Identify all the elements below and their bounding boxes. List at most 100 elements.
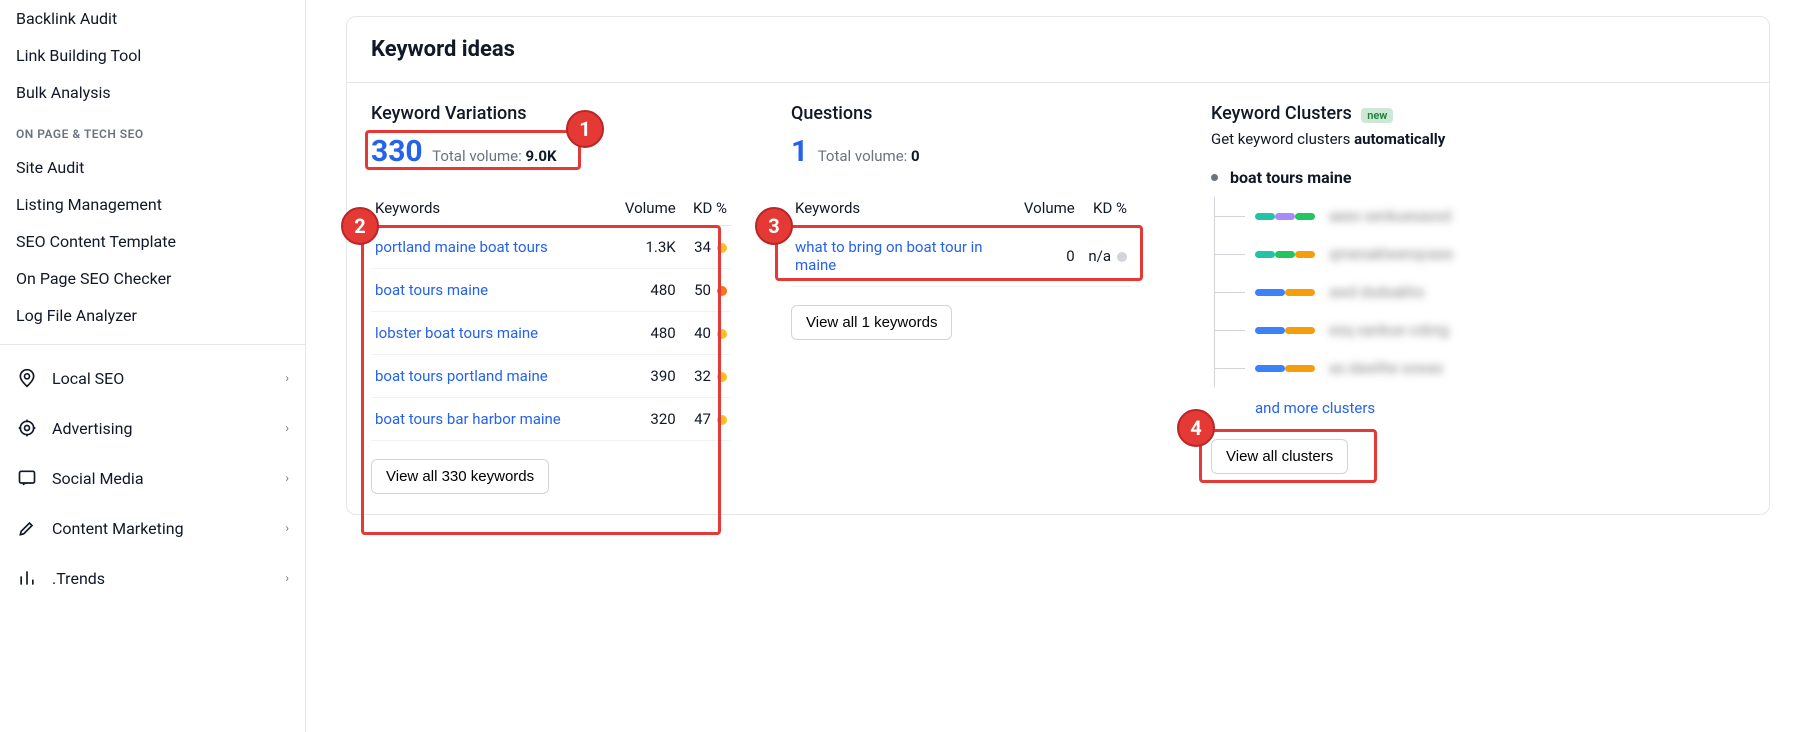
sidebar-link-link-building[interactable]: Link Building Tool <box>0 37 305 74</box>
difficulty-dot-icon <box>1117 252 1127 262</box>
variations-count: 330 <box>371 134 423 169</box>
cluster-item-label: qmenaklwenqvaxe <box>1329 245 1453 263</box>
view-all-questions-button[interactable]: View all 1 keywords <box>791 305 952 340</box>
chevron-right-icon: › <box>285 371 289 385</box>
kd-cell: n/a <box>1079 226 1131 287</box>
volume-cell: 320 <box>608 398 680 441</box>
chat-icon <box>16 467 38 489</box>
kd-cell: 34 <box>680 226 731 269</box>
root-dot-icon <box>1211 174 1218 181</box>
volume-cell: 0 <box>1013 226 1079 287</box>
questions-table: Keywords Volume KD % what to bring on bo… <box>791 191 1131 287</box>
keyword-link[interactable]: portland maine boat tours <box>375 238 548 256</box>
cluster-item[interactable]: as dawthe sxwax <box>1255 349 1745 387</box>
difficulty-dot-icon <box>717 286 727 296</box>
sidebar-link-content-template[interactable]: SEO Content Template <box>0 223 305 260</box>
keyword-link[interactable]: boat tours portland maine <box>375 367 548 385</box>
sidebar-link-listing-mgmt[interactable]: Listing Management <box>0 186 305 223</box>
pencil-icon <box>16 517 38 539</box>
bars-icon <box>16 567 38 589</box>
sidebar-group-advertising[interactable]: Advertising › <box>0 403 305 453</box>
cluster-item-label: awd dxdsakhs <box>1329 283 1424 301</box>
chevron-right-icon: › <box>285 571 289 585</box>
volume-cell: 390 <box>608 355 680 398</box>
sidebar-link-onpage-checker[interactable]: On Page SEO Checker <box>0 260 305 297</box>
questions-title: Questions <box>791 103 1211 124</box>
questions-count: 1 <box>791 134 808 169</box>
sidebar-group-content-marketing[interactable]: Content Marketing › <box>0 503 305 553</box>
cluster-root[interactable]: boat tours maine <box>1211 168 1745 187</box>
view-all-clusters-button[interactable]: View all clusters <box>1211 439 1348 474</box>
difficulty-dot-icon <box>717 372 727 382</box>
sidebar-group-label: Advertising <box>52 419 133 438</box>
sidebar-group-label: Content Marketing <box>52 519 184 538</box>
kd-cell: 40 <box>680 312 731 355</box>
cluster-item[interactable]: qmenaklwenqvaxe <box>1255 235 1745 273</box>
keyword-link[interactable]: boat tours bar harbor maine <box>375 410 561 428</box>
volume-cell: 480 <box>608 269 680 312</box>
volume-cell: 1.3K <box>608 226 680 269</box>
cluster-item[interactable]: aeex senkuesaxxd <box>1255 197 1745 235</box>
clusters-subtitle: Get keyword clusters automatically <box>1211 130 1745 148</box>
sidebar-group-local-seo[interactable]: Local SEO › <box>0 353 305 403</box>
cluster-pill-icon <box>1255 289 1315 296</box>
clusters-title: Keyword Clusters <box>1211 103 1352 124</box>
sidebar-group-trends[interactable]: .Trends › <box>0 553 305 603</box>
main-content: Keyword ideas Keyword Variations 1 330 T… <box>306 0 1800 732</box>
cluster-item-label: as dawthe sxwax <box>1329 359 1443 377</box>
sidebar-group-label: .Trends <box>52 569 105 588</box>
variations-table: Keywords Volume KD % portland maine boat… <box>371 191 731 441</box>
col-keywords: Keywords <box>791 191 1013 226</box>
cluster-item[interactable]: awd dxdsakhs <box>1255 273 1745 311</box>
chevron-right-icon: › <box>285 521 289 535</box>
card-title: Keyword ideas <box>347 17 1769 83</box>
keyword-link[interactable]: lobster boat tours maine <box>375 324 538 342</box>
sidebar: Backlink Audit Link Building Tool Bulk A… <box>0 0 306 732</box>
table-row: lobster boat tours maine 480 40 <box>371 312 731 355</box>
more-clusters-link[interactable]: and more clusters <box>1255 399 1375 417</box>
new-badge: new <box>1361 108 1393 123</box>
pin-icon <box>16 367 38 389</box>
keyword-link[interactable]: boat tours maine <box>375 281 488 299</box>
variations-volume-label: Total volume: 9.0K <box>432 147 556 165</box>
col-volume: Volume <box>1013 191 1079 226</box>
kd-cell: 47 <box>680 398 731 441</box>
view-all-variations-button[interactable]: View all 330 keywords <box>371 459 549 494</box>
chevron-right-icon: › <box>285 471 289 485</box>
cluster-pill-icon <box>1255 365 1315 372</box>
sidebar-group-social-media[interactable]: Social Media › <box>0 453 305 503</box>
volume-cell: 480 <box>608 312 680 355</box>
keyword-link[interactable]: what to bring on boat tour in maine <box>795 238 985 274</box>
sidebar-group-label: Local SEO <box>52 369 124 388</box>
difficulty-dot-icon <box>717 243 727 253</box>
variations-title: Keyword Variations <box>371 103 791 124</box>
table-row: boat tours maine 480 50 <box>371 269 731 312</box>
table-row: what to bring on boat tour in maine 0 n/… <box>791 226 1131 287</box>
target-icon <box>16 417 38 439</box>
table-row: boat tours portland maine 390 32 <box>371 355 731 398</box>
sidebar-link-bulk-analysis[interactable]: Bulk Analysis <box>0 74 305 111</box>
sidebar-group-label: Social Media <box>52 469 144 488</box>
difficulty-dot-icon <box>717 415 727 425</box>
sidebar-link-site-audit[interactable]: Site Audit <box>0 149 305 186</box>
col-keywords: Keywords <box>371 191 608 226</box>
cluster-root-label: boat tours maine <box>1230 168 1352 187</box>
cluster-item[interactable]: esq xankue cxbng <box>1255 311 1745 349</box>
table-row: portland maine boat tours 1.3K 34 <box>371 226 731 269</box>
sidebar-section-heading: ON PAGE & TECH SEO <box>0 111 305 149</box>
cluster-list: aeex senkuesaxxd qmenaklwenqvaxe awd dxdsa… <box>1214 197 1745 387</box>
keyword-ideas-card: Keyword ideas Keyword Variations 1 330 T… <box>346 16 1770 515</box>
cluster-pill-icon <box>1255 251 1315 258</box>
table-row: boat tours bar harbor maine 320 47 <box>371 398 731 441</box>
sidebar-link-backlink-audit[interactable]: Backlink Audit <box>0 0 305 37</box>
sidebar-link-log-analyzer[interactable]: Log File Analyzer <box>0 297 305 334</box>
cluster-pill-icon <box>1255 327 1315 334</box>
col-kd: KD % <box>1079 191 1131 226</box>
cluster-pill-icon <box>1255 213 1315 220</box>
kd-cell: 32 <box>680 355 731 398</box>
keyword-clusters-section: Keyword Clusters new Get keyword cluster… <box>1211 103 1745 494</box>
questions-section: Questions 1 Total volume: 0 3 Keywords <box>791 103 1211 494</box>
questions-volume-label: Total volume: 0 <box>818 147 920 165</box>
col-volume: Volume <box>608 191 680 226</box>
difficulty-dot-icon <box>717 329 727 339</box>
